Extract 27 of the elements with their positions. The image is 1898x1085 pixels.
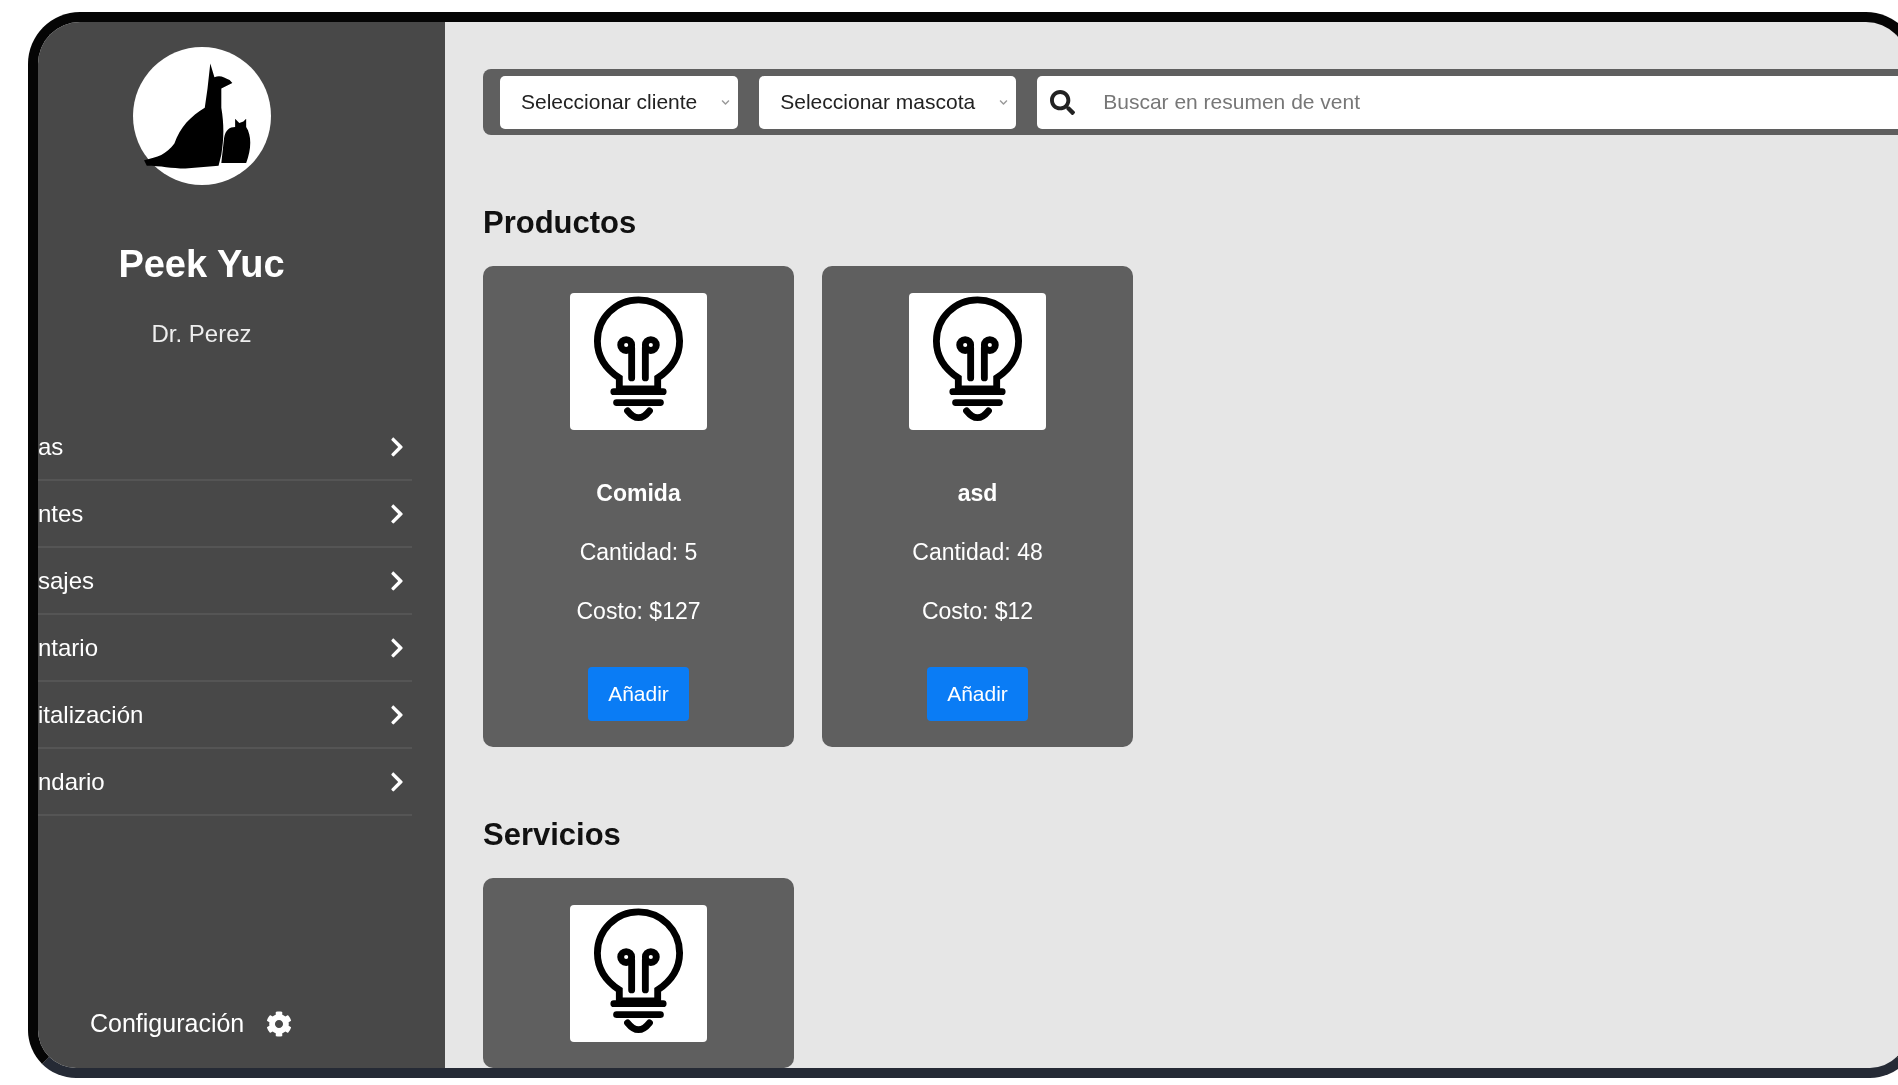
item-name: asd [957, 480, 998, 507]
settings-link[interactable]: Configuración [90, 1009, 245, 1038]
section-heading: Productos [483, 205, 638, 241]
item-cost: Costo: $127 [576, 598, 701, 625]
nav-item[interactable]: italización [38, 682, 412, 749]
chevron-right-icon [388, 502, 406, 525]
item-quantity: Cantidad: 48 [912, 539, 1043, 566]
add-button[interactable]: Añadir [588, 667, 689, 721]
settings-icon[interactable] [266, 1010, 293, 1037]
caret-icon [999, 97, 1009, 107]
nav-item[interactable]: ndario [38, 749, 412, 816]
select-field[interactable]: Seleccionar mascota [759, 75, 1017, 129]
add-button[interactable]: Añadir [927, 667, 1028, 721]
brand-name: Peek Yuc [118, 243, 285, 286]
item-cost: Costo: $12 [921, 598, 1034, 625]
select-field[interactable]: Seleccionar cliente [500, 75, 739, 129]
item-name: Comida [596, 480, 681, 507]
nav-item[interactable]: sajes [38, 548, 412, 615]
user-name: Dr. Perez [151, 320, 252, 348]
item-quantity: Cantidad: 5 [579, 539, 698, 566]
nav-item[interactable]: as [38, 414, 412, 481]
search-icon [1050, 89, 1076, 115]
nav-item[interactable]: ntes [38, 481, 412, 548]
caret-icon [721, 97, 731, 107]
search-field[interactable]: Buscar en resumen de vent [1037, 75, 1898, 129]
section-heading: Servicios [483, 817, 622, 853]
nav-item[interactable]: ntario [38, 615, 412, 682]
